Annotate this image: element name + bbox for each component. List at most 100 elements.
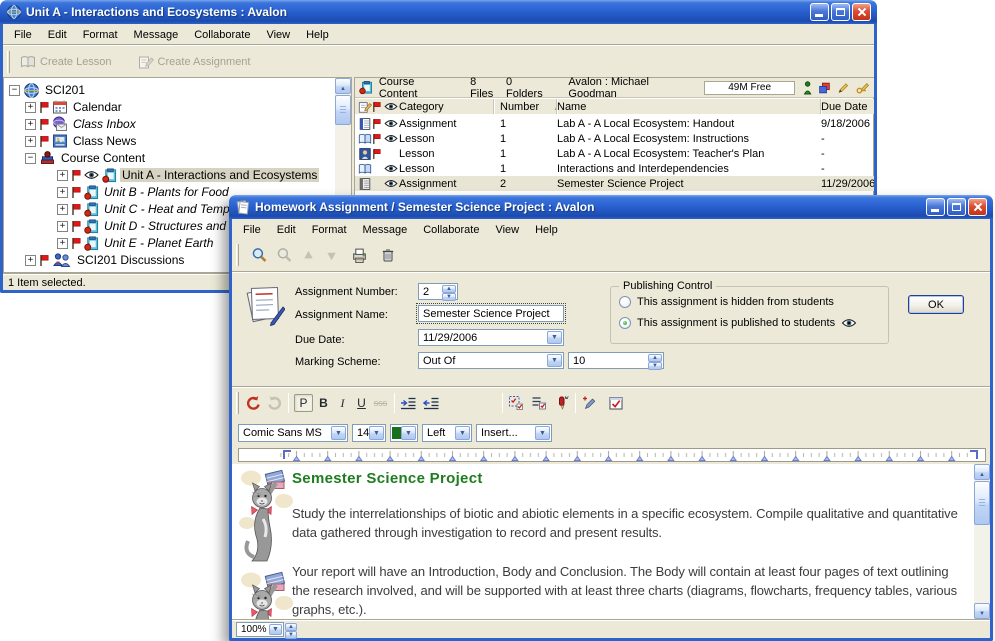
key-pencil-icon[interactable] bbox=[856, 80, 870, 95]
marking-scheme-dropdown[interactable]: Out Of bbox=[418, 352, 564, 369]
tree-item-discussions[interactable]: SCI201 Discussions bbox=[25, 252, 186, 268]
toolbar-grip[interactable] bbox=[236, 392, 239, 414]
increase-indent-icon[interactable] bbox=[400, 395, 417, 411]
redo-icon[interactable] bbox=[266, 395, 283, 412]
menu-help[interactable]: Help bbox=[299, 27, 336, 43]
expand-icon[interactable] bbox=[57, 187, 68, 198]
expand-icon[interactable] bbox=[25, 102, 36, 113]
alignment-dropdown[interactable]: Left bbox=[422, 424, 472, 442]
dropdown-arrow-icon[interactable] bbox=[401, 426, 416, 440]
column-name[interactable]: Name bbox=[557, 99, 821, 114]
expand-icon[interactable] bbox=[25, 136, 36, 147]
menu-help[interactable]: Help bbox=[528, 222, 565, 238]
menu-file[interactable]: File bbox=[7, 27, 39, 43]
list-row-5-selected[interactable]: Assignment 2 Semester Science Project 11… bbox=[355, 176, 874, 191]
next-item-icon[interactable] bbox=[324, 248, 339, 263]
edit-column-icon[interactable] bbox=[358, 100, 372, 114]
list-row-1[interactable]: Assignment 1 Lab A - A Local Ecosystem: … bbox=[355, 116, 874, 131]
expand-icon[interactable] bbox=[57, 170, 68, 181]
insert-dropdown[interactable]: Insert... bbox=[476, 424, 552, 442]
radio-on-icon[interactable] bbox=[619, 317, 631, 329]
collapse-icon[interactable] bbox=[25, 153, 36, 164]
scrollbar-thumb[interactable] bbox=[974, 481, 990, 525]
menu-edit[interactable]: Edit bbox=[270, 222, 303, 238]
expand-icon[interactable] bbox=[25, 119, 36, 130]
add-annotation-icon[interactable] bbox=[581, 395, 597, 411]
minimize-button[interactable] bbox=[926, 198, 945, 216]
menu-format[interactable]: Format bbox=[76, 27, 125, 43]
toolbar-grip[interactable] bbox=[7, 51, 10, 73]
underline-button[interactable]: U bbox=[353, 394, 370, 412]
editor-area[interactable]: Semester Science Project Study the inter… bbox=[232, 464, 990, 619]
tree-item-class-news[interactable]: Class News bbox=[25, 133, 138, 149]
dropdown-arrow-icon[interactable] bbox=[269, 624, 282, 635]
maximize-button[interactable] bbox=[947, 198, 966, 216]
strikethrough-button[interactable]: sss bbox=[372, 394, 389, 412]
scrollbar-thumb[interactable] bbox=[335, 95, 351, 125]
tree-item-course-content[interactable]: Course Content bbox=[25, 150, 147, 166]
stepper-buttons[interactable] bbox=[648, 354, 662, 367]
ok-button[interactable]: OK bbox=[908, 295, 964, 314]
eye-column-icon[interactable] bbox=[384, 102, 398, 111]
menu-view[interactable]: View bbox=[488, 222, 526, 238]
close-button[interactable] bbox=[968, 198, 987, 216]
menu-collaborate[interactable]: Collaborate bbox=[416, 222, 486, 238]
create-lesson-button[interactable]: Create Lesson bbox=[14, 52, 118, 72]
menu-edit[interactable]: Edit bbox=[41, 27, 74, 43]
expand-icon[interactable] bbox=[57, 221, 68, 232]
list-row-3[interactable]: Lesson 1 Lab A - A Local Ecosystem: Teac… bbox=[355, 146, 874, 161]
dropdown-arrow-icon[interactable] bbox=[547, 331, 562, 344]
maximize-button[interactable] bbox=[831, 3, 850, 21]
tree-item-class-inbox[interactable]: Class Inbox bbox=[25, 116, 138, 132]
zoom-level-dropdown[interactable]: 100% bbox=[236, 622, 284, 637]
font-color-dropdown[interactable] bbox=[390, 424, 418, 442]
menu-format[interactable]: Format bbox=[305, 222, 354, 238]
list-row-2[interactable]: Lesson 1 Lab A - A Local Ecosystem: Inst… bbox=[355, 131, 874, 146]
dropdown-arrow-icon[interactable] bbox=[369, 426, 384, 440]
font-size-dropdown[interactable]: 14 bbox=[352, 424, 386, 442]
ruler[interactable] bbox=[238, 448, 986, 462]
marking-points-stepper[interactable]: 10 bbox=[568, 352, 664, 369]
select-elements-icon[interactable] bbox=[508, 395, 524, 411]
radio-hidden-option[interactable]: This assignment is hidden from students bbox=[619, 296, 834, 308]
spellcheck-icon[interactable] bbox=[608, 395, 624, 411]
tree-item-sci201[interactable]: SCI201 bbox=[9, 82, 87, 98]
pencil-icon[interactable] bbox=[837, 81, 850, 95]
tree-item-unit-e[interactable]: Unit E - Planet Earth bbox=[57, 235, 215, 251]
column-category[interactable]: Category bbox=[399, 99, 494, 114]
list-row-4[interactable]: Lesson 1 Interactions and Interdependenc… bbox=[355, 161, 874, 176]
menu-message[interactable]: Message bbox=[356, 222, 415, 238]
expand-icon[interactable] bbox=[25, 255, 36, 266]
checklist-icon[interactable] bbox=[531, 395, 547, 411]
collapse-icon[interactable] bbox=[9, 85, 20, 96]
menu-collaborate[interactable]: Collaborate bbox=[187, 27, 257, 43]
scroll-up-button[interactable] bbox=[335, 78, 351, 94]
copy-icon[interactable] bbox=[818, 81, 831, 95]
previous-item-icon[interactable] bbox=[301, 248, 316, 263]
font-family-dropdown[interactable]: Comic Sans MS bbox=[238, 424, 348, 442]
delete-icon[interactable] bbox=[380, 247, 396, 263]
column-due-date[interactable]: Due Date bbox=[821, 99, 874, 114]
expand-icon[interactable] bbox=[57, 204, 68, 215]
scroll-up-button[interactable] bbox=[974, 464, 990, 480]
stepper-buttons[interactable] bbox=[442, 285, 456, 298]
toolbar-grip[interactable] bbox=[236, 244, 239, 266]
tree-item-unit-c[interactable]: Unit C - Heat and Temp bbox=[57, 201, 232, 217]
course-window-titlebar[interactable]: Unit A - Interactions and Ecosystems : A… bbox=[0, 0, 877, 24]
zoom-stepper[interactable] bbox=[285, 623, 297, 638]
expand-icon[interactable] bbox=[57, 238, 68, 249]
menu-view[interactable]: View bbox=[259, 27, 297, 43]
bold-button[interactable]: B bbox=[315, 394, 332, 412]
dropdown-arrow-icon[interactable] bbox=[331, 426, 346, 440]
tree-item-unit-a[interactable]: Unit A - Interactions and Ecosystems bbox=[57, 167, 319, 183]
tree-item-calendar[interactable]: Calendar bbox=[25, 99, 124, 115]
menu-file[interactable]: File bbox=[236, 222, 268, 238]
undo-icon[interactable] bbox=[245, 395, 262, 412]
person-icon[interactable] bbox=[803, 81, 812, 95]
search-again-icon[interactable] bbox=[276, 247, 293, 264]
plain-text-button[interactable]: P bbox=[294, 394, 313, 412]
decrease-indent-icon[interactable] bbox=[423, 395, 440, 411]
assignment-number-stepper[interactable]: 2 bbox=[418, 283, 458, 300]
flag-column-icon[interactable] bbox=[372, 101, 381, 113]
menu-message[interactable]: Message bbox=[127, 27, 186, 43]
